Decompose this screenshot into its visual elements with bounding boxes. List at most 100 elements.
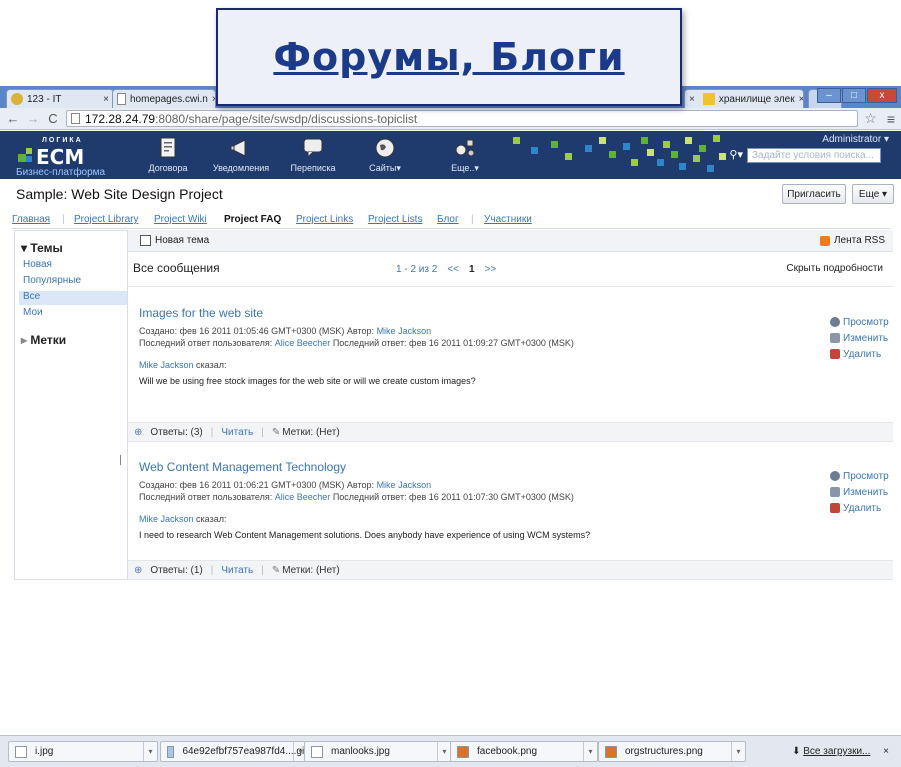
delete-action[interactable]: Удалить xyxy=(830,500,890,516)
view-action[interactable]: Просмотр xyxy=(830,314,890,330)
window-controls: – □ x xyxy=(817,88,897,103)
download-item[interactable]: 64e92efbf757ea987fd4....gif ▾ xyxy=(160,741,308,762)
sidebar-item-all[interactable]: Все xyxy=(19,291,127,305)
last-reply-user-link[interactable]: Alice Beecher xyxy=(275,338,331,348)
tags-heading[interactable]: ▸ Метки xyxy=(21,333,66,347)
chevron-down-icon[interactable]: ▾ xyxy=(143,742,157,761)
maximize-icon[interactable]: □ xyxy=(842,88,866,103)
nav-sites[interactable]: Сайты▾ xyxy=(350,135,420,174)
document-icon xyxy=(160,137,176,158)
edit-action[interactable]: Изменить xyxy=(830,330,890,346)
invite-button[interactable]: Пригласить xyxy=(782,184,846,204)
browser-tab[interactable]: × хранилище элек × xyxy=(684,89,804,108)
view-icon xyxy=(830,317,840,327)
minimize-icon[interactable]: – xyxy=(817,88,841,103)
post-title[interactable]: Web Content Management Technology xyxy=(139,460,346,474)
chevron-down-icon[interactable]: ▾ xyxy=(731,742,745,761)
pagination-next[interactable]: >> xyxy=(485,264,497,275)
shapes-icon xyxy=(455,139,475,157)
all-downloads-link[interactable]: ⬇ Все загрузки... × xyxy=(792,746,889,757)
hide-details-button[interactable]: Скрыть подробности xyxy=(786,263,883,274)
edit-action[interactable]: Изменить xyxy=(830,484,890,500)
url-path: :8080/share/page/site/swsdp/discussions-… xyxy=(155,111,418,126)
new-topic-button[interactable]: Новая тема xyxy=(140,235,209,246)
close-tab-icon[interactable]: × xyxy=(689,94,695,105)
browser-menu-icon[interactable]: ≡ xyxy=(887,111,895,127)
ecm-logo[interactable]: ЛОГИКА ECM Бизнес-платформа xyxy=(16,136,126,178)
nav-contracts[interactable]: Договора xyxy=(133,135,203,173)
sidebar-item-popular[interactable]: Популярные xyxy=(19,275,127,289)
delete-action[interactable]: Удалить xyxy=(830,346,890,362)
browser-tab[interactable]: 123 - IT × xyxy=(6,89,114,108)
download-item[interactable]: facebook.png ▾ xyxy=(450,741,598,762)
sidebar-item-mine[interactable]: Мои xyxy=(19,307,127,321)
pagination-current[interactable]: 1 xyxy=(469,264,475,275)
tags-label: Метки: (Нет) xyxy=(282,426,340,438)
nav-notifications[interactable]: Уведомления xyxy=(206,135,276,173)
post-last-reply: Последний ответ пользователя: Alice Beec… xyxy=(139,338,574,348)
browser-tab[interactable]: homepages.cwi.n × xyxy=(112,89,216,108)
footer-separator: | xyxy=(210,426,214,438)
post-last-reply: Последний ответ пользователя: Alice Beec… xyxy=(139,492,574,502)
post-said-line: Mike Jackson сказал: xyxy=(139,360,227,370)
address-bar: ← → C 172.28.24.79 :8080/share/page/site… xyxy=(0,108,901,130)
logo-main-text: ECM xyxy=(36,145,85,169)
post-body: Will we be using free stock images for t… xyxy=(139,376,476,386)
author-link[interactable]: Mike Jackson xyxy=(139,514,194,524)
post-actions: Просмотр Изменить Удалить xyxy=(830,468,890,516)
logo-mark-icon xyxy=(26,156,32,162)
pagination-prev[interactable]: << xyxy=(447,264,459,275)
delete-icon xyxy=(830,503,840,513)
reload-icon[interactable]: C xyxy=(46,111,60,126)
rss-feed-link[interactable]: Лента RSS xyxy=(819,235,885,246)
site-more-button[interactable]: Еще ▾ xyxy=(852,184,894,204)
user-menu[interactable]: Administrator ▾ xyxy=(822,134,889,145)
site-nav-home[interactable]: Главная xyxy=(12,214,50,225)
tab-label: homepages.cwi.n xyxy=(130,93,208,105)
site-nav-library[interactable]: Project Library xyxy=(74,214,138,225)
list-heading: Все сообщения xyxy=(133,261,220,275)
read-link[interactable]: Читать xyxy=(221,427,253,438)
author-link[interactable]: Mike Jackson xyxy=(377,326,432,336)
url-field[interactable]: 172.28.24.79 :8080/share/page/site/swsdp… xyxy=(66,110,859,127)
close-icon[interactable]: × xyxy=(883,746,889,757)
close-tab-icon[interactable]: × xyxy=(103,94,109,105)
nav-more[interactable]: Еще..▾ xyxy=(430,135,500,174)
app-header: ЛОГИКА ECM Бизнес-платформа Договора Уве… xyxy=(0,131,901,179)
bookmark-star-icon[interactable]: ☆ xyxy=(864,110,877,127)
read-link[interactable]: Читать xyxy=(221,565,253,576)
back-arrow-icon[interactable]: ← xyxy=(6,111,20,126)
sidebar-item-new[interactable]: Новая xyxy=(19,259,127,273)
topics-heading[interactable]: ▾ Темы xyxy=(21,241,63,255)
site-nav-blog[interactable]: Блог xyxy=(437,214,459,225)
forward-arrow-icon[interactable]: → xyxy=(26,111,40,126)
post-said-line: Mike Jackson сказал: xyxy=(139,514,227,524)
chevron-down-icon[interactable]: ▾ xyxy=(437,742,451,761)
site-nav-lists[interactable]: Project Lists xyxy=(368,214,422,225)
nav-correspondence[interactable]: Переписка xyxy=(278,135,348,173)
site-nav-links[interactable]: Project Links xyxy=(296,214,353,225)
author-link[interactable]: Mike Jackson xyxy=(139,360,194,370)
site-nav-members[interactable]: Участники xyxy=(484,214,532,225)
close-tab-icon[interactable]: × xyxy=(799,94,803,105)
view-action[interactable]: Просмотр xyxy=(830,468,890,484)
author-link[interactable]: Mike Jackson xyxy=(377,480,432,490)
close-window-icon[interactable]: x xyxy=(867,88,897,103)
last-reply-user-link[interactable]: Alice Beecher xyxy=(275,492,331,502)
site-nav-wiki[interactable]: Project Wiki xyxy=(154,214,207,225)
panel-resize-handle[interactable] xyxy=(120,455,121,465)
download-item[interactable]: orgstructures.png ▾ xyxy=(598,741,746,762)
chevron-down-icon[interactable]: ▾ xyxy=(583,742,597,761)
list-item: Images for the web site Создано: фев 16 … xyxy=(128,306,893,452)
download-item[interactable]: i.jpg ▾ xyxy=(8,741,158,762)
search-input[interactable]: Задайте условия поиска... xyxy=(747,148,881,163)
title-banner: Форумы, Блоги xyxy=(216,8,682,106)
expand-arrow-icon: ▸ xyxy=(21,333,31,347)
download-item[interactable]: manlooks.jpg ▾ xyxy=(304,741,452,762)
post-title[interactable]: Images for the web site xyxy=(139,306,263,320)
site-nav-faq[interactable]: Project FAQ xyxy=(224,214,281,225)
delete-icon xyxy=(830,349,840,359)
tags-label: Метки: (Нет) xyxy=(282,564,340,576)
search-icon[interactable]: ⚲▾ xyxy=(729,148,743,161)
collapse-arrow-icon: ▾ xyxy=(21,241,31,255)
